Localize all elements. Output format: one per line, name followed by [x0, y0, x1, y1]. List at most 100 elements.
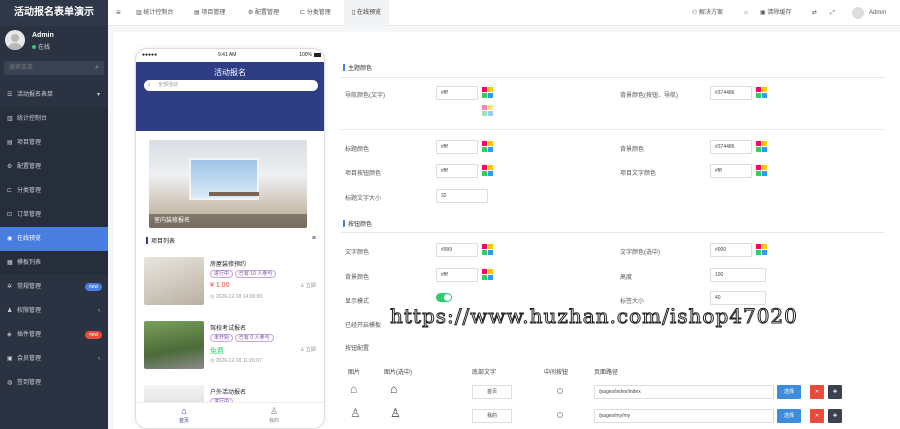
join-button[interactable]: ♙ 立即 [300, 346, 316, 353]
sidebar-search: ⌕ [4, 61, 104, 75]
menu-icon[interactable]: ≡ [312, 235, 316, 242]
select-button[interactable]: 选择 [777, 409, 801, 423]
list-item[interactable]: 房屋装修预约 进行中 已有 10 人参与 ¥ 1.00 ♙ 立即 ◷ 2020-1… [144, 257, 318, 307]
nav-text-input[interactable]: 首页 [472, 385, 512, 399]
color-picker-icon[interactable] [482, 141, 493, 152]
section-title: 项目列表 [146, 236, 175, 245]
tab-home[interactable]: ⌂ 首页 [164, 406, 204, 424]
nav-bg-input[interactable]: #fff [436, 268, 478, 282]
home-icon[interactable]: ⌂ [744, 0, 748, 26]
sidebar-item-orders[interactable]: ⊡ 订单管理 [0, 203, 108, 227]
nav-text-color-input[interactable]: #999 [436, 243, 478, 257]
nav-text-active-input[interactable]: #000 [710, 243, 752, 257]
delete-button[interactable]: ✕ [810, 409, 824, 423]
tab-preview[interactable]: ▯ 在线预览 [344, 0, 389, 26]
search-icon[interactable]: ⌕ [95, 64, 99, 72]
sidebar-item-preview[interactable]: ◉ 在线预览 [0, 227, 108, 251]
btn-bg-input[interactable]: #374486 [710, 140, 752, 154]
nav-height-label: 高度 [620, 275, 633, 281]
color-picker-icon[interactable] [482, 165, 493, 176]
btn-color-input[interactable]: #fff [436, 140, 478, 154]
color-picker-icon[interactable] [756, 244, 767, 255]
sidebar-item-config[interactable]: ⚙ 配置管理 [0, 155, 108, 179]
menu-toggle-icon[interactable]: ≡ [116, 0, 121, 26]
nav-text-input[interactable]: 我的 [472, 409, 512, 423]
eye-icon: ◉ [7, 236, 13, 242]
list-item[interactable]: 驾校考试报名 未开始 已有 0 人参与 免费 ♙ 立即 ◷ 2020-12-18 … [144, 321, 318, 371]
title-size-input[interactable]: 32 [436, 189, 488, 203]
color-picker-icon[interactable] [756, 87, 767, 98]
translate-icon[interactable]: ⇄ [812, 0, 817, 26]
new-badge: new [84, 331, 102, 339]
title-color-input[interactable]: #fff [436, 86, 478, 100]
bg-color-input[interactable]: #374486 [710, 86, 752, 100]
center-radio[interactable] [557, 412, 563, 418]
sidebar-item-dashboard[interactable]: ▥ 统计控制台 [0, 107, 108, 131]
online-dot-icon [32, 45, 36, 49]
sidebar-search-input[interactable] [4, 61, 104, 75]
top-username[interactable]: Admin [869, 0, 886, 26]
clear-cache-button[interactable]: ▣ 清除缓存 [760, 0, 791, 26]
phone-search-input[interactable]: ⌕ 全部活动 [144, 80, 318, 91]
home-icon[interactable]: ⌂ [390, 382, 397, 396]
top-avatar[interactable] [852, 7, 864, 19]
item-tags: 进行中 已有 10 人参与 [210, 270, 278, 278]
sidebar-item-checkin[interactable]: ◍ 签到管理 [0, 371, 108, 395]
phone-header: 活动报名 ⌕ 全部活动 [136, 62, 324, 131]
tab-my[interactable]: ♙ 我的 [254, 406, 294, 424]
nav-height-input[interactable]: 100 [710, 268, 766, 282]
signal-icon: ●●●●● [142, 52, 158, 58]
sidebar-item-auth[interactable]: ♟ 权限管理 ‹ [0, 299, 108, 323]
users-icon: ♟ [7, 308, 13, 314]
item-thumbnail [144, 321, 204, 369]
nav-text-active-label: 文字颜色(选中) [620, 250, 660, 256]
join-text2-input[interactable]: #fff [710, 164, 752, 178]
color-picker-icon[interactable] [756, 141, 767, 152]
delete-button[interactable]: ✕ [810, 385, 824, 399]
sidebar-menu: ☰ 活动报名表单 ▾ ▥ 统计控制台 ▤ 项目管理 ⚙ 配置管理 ⊏ 分类管理 ⊡ 订单管理 … [0, 83, 108, 395]
fullscreen-icon[interactable]: ⤢ [830, 0, 835, 26]
color-picker-icon[interactable] [482, 105, 493, 116]
user-icon[interactable]: ♙ [350, 406, 361, 420]
add-button[interactable]: ✚ [828, 409, 842, 423]
color-picker-icon[interactable] [482, 87, 493, 98]
avatar [5, 30, 25, 50]
new-badge: new [84, 283, 102, 291]
color-picker-icon[interactable] [756, 165, 767, 176]
path-input[interactable]: /pages/index/index [594, 385, 774, 399]
user-panel: Admin 在线 [0, 26, 108, 58]
sidebar-item-category[interactable]: ⊏ 分类管理 [0, 179, 108, 203]
sidebar-item-plugins[interactable]: ◈ 插件管理 new [0, 323, 108, 347]
home-icon[interactable]: ⌂ [350, 382, 357, 396]
center-radio[interactable] [557, 388, 563, 394]
show-mode-toggle[interactable] [436, 293, 452, 302]
sidebar-item-general[interactable]: ✲ 常规管理 new [0, 275, 108, 299]
phone-time: 9:41 AM [218, 52, 237, 58]
sidebar-item-projects[interactable]: ▤ 项目管理 [0, 131, 108, 155]
nav-font-size-input[interactable]: 40 [710, 291, 766, 305]
solutions-link[interactable]: ⚇ 解决方案 [692, 0, 723, 26]
join-button[interactable]: ♙ 立即 [300, 282, 316, 289]
tab-config[interactable]: ⚙ 配置管理 [248, 0, 279, 26]
sidebar-item-members[interactable]: ▣ 会员管理 ‹ [0, 347, 108, 371]
tab-category[interactable]: ⊏ 分类管理 [300, 0, 331, 26]
brand-title: 活动报名表单演示 [0, 0, 108, 26]
join-text2-label: 项目文字颜色 [620, 171, 657, 177]
join-text-input[interactable]: #fff [436, 164, 478, 178]
color-picker-icon[interactable] [482, 244, 493, 255]
phone-title: 活动报名 [214, 68, 246, 77]
sidebar-item-form[interactable]: ☰ 活动报名表单 ▾ [0, 83, 108, 107]
select-button[interactable]: 选择 [777, 385, 801, 399]
bg-color-label: 背景颜色(按钮、导航) [620, 93, 678, 99]
color-picker-icon[interactable] [482, 269, 493, 280]
sidebar-item-templates[interactable]: ▦ 模板列表 [0, 251, 108, 275]
add-button[interactable]: ✚ [828, 385, 842, 399]
show-mode-label: 显示模式 [345, 299, 370, 305]
btn-bg-label: 背景颜色 [620, 147, 645, 153]
user-icon[interactable]: ♙ [390, 406, 401, 420]
path-input[interactable]: /pages/my/my [594, 409, 774, 423]
tab-projects[interactable]: ▤ 项目管理 [194, 0, 225, 26]
banner-image[interactable]: 室内装修报名 [149, 140, 307, 228]
tab-dashboard[interactable]: ▥ 统计控制台 [136, 0, 173, 26]
plug-icon: ◈ [7, 332, 12, 338]
